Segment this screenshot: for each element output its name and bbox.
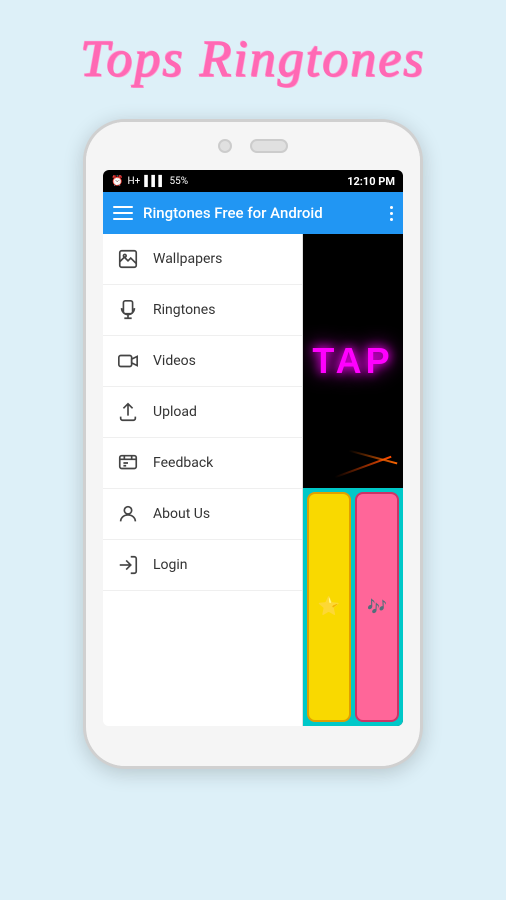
app-bar: Ringtones Free for Android: [103, 192, 403, 234]
cartoon-panel: ⭐ 🎶: [303, 488, 403, 726]
hplus-indicator: H+: [127, 176, 140, 187]
wallpapers-icon: [117, 248, 139, 270]
cartoon-thumb-1: ⭐: [307, 492, 351, 722]
battery-indicator: 55%: [170, 176, 189, 187]
menu-label-videos: Videos: [153, 353, 196, 369]
menu-label-aboutus: About Us: [153, 506, 210, 522]
status-bar: ⏰ H+ ▌▌▌ 55% 12:10 PM: [103, 170, 403, 192]
phone-shell: ⏰ H+ ▌▌▌ 55% 12:10 PM Ringtones Free for…: [83, 119, 423, 769]
phone-screen: ⏰ H+ ▌▌▌ 55% 12:10 PM Ringtones Free for…: [103, 170, 403, 726]
status-left: ⏰ H+ ▌▌▌ 55%: [111, 176, 343, 187]
menu-item-feedback[interactable]: Feedback: [103, 438, 302, 489]
speaker-grille: [250, 139, 288, 153]
signal-icon: ▌▌▌: [144, 176, 165, 187]
menu-item-upload[interactable]: Upload: [103, 387, 302, 438]
ringtones-icon: [117, 299, 139, 321]
menu-item-videos[interactable]: Videos: [103, 336, 302, 387]
feedback-icon: [117, 452, 139, 474]
menu-label-upload: Upload: [153, 404, 197, 420]
hamburger-menu-icon[interactable]: [113, 206, 133, 220]
status-time: 12:10 PM: [347, 175, 395, 188]
alarm-icon: ⏰: [111, 176, 123, 187]
phone-bottom: [86, 736, 420, 766]
right-panel: TAP ⭐ 🎶: [303, 234, 403, 726]
app-bar-title: Ringtones Free for Android: [143, 204, 380, 222]
menu-item-ringtones[interactable]: Ringtones: [103, 285, 302, 336]
front-camera: [218, 139, 232, 153]
upload-icon: [117, 401, 139, 423]
menu-item-aboutus[interactable]: About Us: [103, 489, 302, 540]
menu-label-wallpapers: Wallpapers: [153, 251, 222, 267]
navigation-drawer: Wallpapers Ringtones Videos: [103, 234, 303, 726]
phone-top-area: [86, 122, 420, 170]
more-options-icon[interactable]: [390, 206, 393, 221]
videos-icon: [117, 350, 139, 372]
menu-label-feedback: Feedback: [153, 455, 213, 471]
aboutus-icon: [117, 503, 139, 525]
tap-text: TAP: [312, 340, 393, 382]
tap-panel: TAP: [303, 234, 403, 488]
cartoon-thumb-2: 🎶: [355, 492, 399, 722]
volume-button: [420, 302, 423, 352]
menu-item-wallpapers[interactable]: Wallpapers: [103, 234, 302, 285]
menu-label-ringtones: Ringtones: [153, 302, 215, 318]
login-icon: [117, 554, 139, 576]
screen-content: Wallpapers Ringtones Videos: [103, 234, 403, 726]
menu-item-login[interactable]: Login: [103, 540, 302, 591]
page-title: Tops Ringtones: [80, 30, 425, 89]
menu-label-login: Login: [153, 557, 188, 573]
